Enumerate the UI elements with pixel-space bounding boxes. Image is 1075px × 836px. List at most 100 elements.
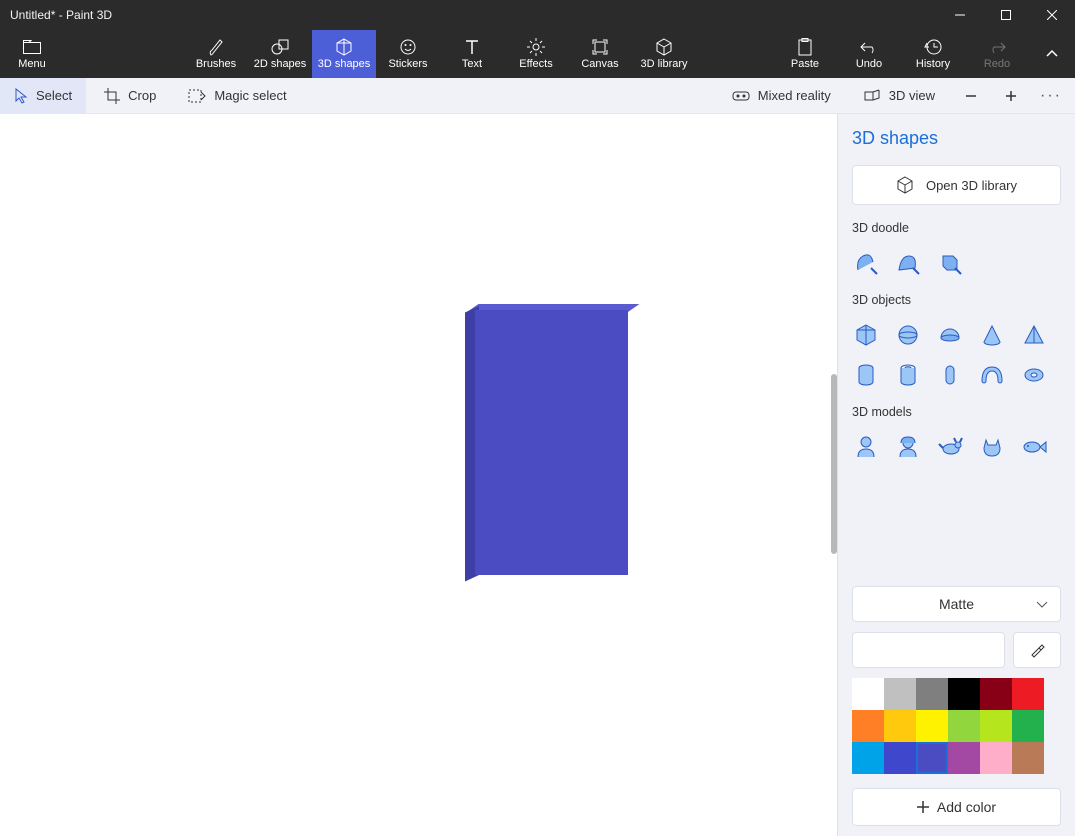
3d-view-icon bbox=[863, 89, 881, 103]
plus-icon bbox=[917, 801, 929, 813]
history-icon bbox=[924, 38, 942, 56]
ribbon-effects[interactable]: Effects bbox=[504, 30, 568, 78]
maximize-button[interactable] bbox=[983, 0, 1029, 30]
ribbon-undo[interactable]: Undo bbox=[837, 30, 901, 78]
model-fish[interactable] bbox=[1020, 433, 1048, 461]
ribbon: Menu Brushes 2D shapes 3D shapes Sticke bbox=[0, 30, 1075, 78]
add-color-button[interactable]: Add color bbox=[852, 788, 1061, 826]
doodle-shapes bbox=[852, 249, 1061, 277]
color-swatch[interactable] bbox=[852, 710, 884, 742]
main-area: 3D shapes Open 3D library 3D doodle 3D o… bbox=[0, 114, 1075, 836]
open-3d-library-button[interactable]: Open 3D library bbox=[852, 165, 1061, 205]
section-3d-doodle-label: 3D doodle bbox=[852, 221, 1061, 235]
more-options-button[interactable]: ··· bbox=[1033, 87, 1069, 105]
minimize-button[interactable] bbox=[937, 0, 983, 30]
model-dog[interactable] bbox=[936, 433, 964, 461]
model-cat[interactable] bbox=[978, 433, 1006, 461]
magic-select-tool[interactable]: Magic select bbox=[174, 78, 300, 114]
ribbon-history[interactable]: History bbox=[901, 30, 965, 78]
folder-icon bbox=[23, 38, 41, 56]
cursor-icon bbox=[14, 88, 28, 104]
object-cylinder[interactable] bbox=[852, 361, 880, 389]
material-select[interactable]: Matte bbox=[852, 586, 1061, 622]
color-swatch[interactable] bbox=[884, 742, 916, 774]
object-tube[interactable] bbox=[894, 361, 922, 389]
object-shapes bbox=[852, 321, 1061, 389]
object-hemisphere[interactable] bbox=[936, 321, 964, 349]
model-woman[interactable] bbox=[894, 433, 922, 461]
ribbon-paste[interactable]: Paste bbox=[773, 30, 837, 78]
ribbon-text[interactable]: Text bbox=[440, 30, 504, 78]
crop-icon bbox=[104, 88, 120, 104]
text-icon bbox=[465, 38, 479, 56]
side-panel: 3D shapes Open 3D library 3D doodle 3D o… bbox=[838, 114, 1075, 836]
3d-cube-object[interactable] bbox=[465, 304, 628, 575]
magic-select-icon bbox=[188, 89, 206, 103]
stickers-icon bbox=[400, 38, 416, 56]
title-bar: Untitled* - Paint 3D bbox=[0, 0, 1075, 30]
color-swatch[interactable] bbox=[980, 710, 1012, 742]
object-curved[interactable] bbox=[978, 361, 1006, 389]
panel-title: 3D shapes bbox=[852, 128, 1061, 149]
brush-icon bbox=[208, 38, 224, 56]
color-swatch[interactable] bbox=[948, 678, 980, 710]
color-swatch[interactable] bbox=[980, 678, 1012, 710]
section-3d-models-label: 3D models bbox=[852, 405, 1061, 419]
object-cube[interactable] bbox=[852, 321, 880, 349]
window-buttons bbox=[937, 0, 1075, 30]
3d-view-tool[interactable]: 3D view bbox=[849, 78, 949, 114]
paste-icon bbox=[798, 38, 812, 56]
library3d-icon bbox=[896, 176, 914, 194]
close-button[interactable] bbox=[1029, 0, 1075, 30]
mixed-reality-icon bbox=[732, 89, 750, 103]
color-swatch[interactable] bbox=[884, 678, 916, 710]
crop-tool[interactable]: Crop bbox=[90, 78, 170, 114]
object-capsule[interactable] bbox=[936, 361, 964, 389]
ribbon-stickers[interactable]: Stickers bbox=[376, 30, 440, 78]
menu-button[interactable]: Menu bbox=[0, 30, 64, 78]
redo-icon bbox=[988, 38, 1006, 56]
color-swatch[interactable] bbox=[852, 742, 884, 774]
color-swatch[interactable] bbox=[1012, 710, 1044, 742]
ribbon-brushes[interactable]: Brushes bbox=[184, 30, 248, 78]
color-swatch[interactable] bbox=[916, 710, 948, 742]
zoom-in-button[interactable] bbox=[993, 78, 1029, 114]
color-swatch[interactable] bbox=[884, 710, 916, 742]
select-tool[interactable]: Select bbox=[0, 78, 86, 114]
collapse-ribbon-button[interactable] bbox=[1029, 30, 1075, 78]
ribbon-3d-library[interactable]: 3D library bbox=[632, 30, 696, 78]
zoom-out-button[interactable] bbox=[953, 78, 989, 114]
object-pyramid[interactable] bbox=[1020, 321, 1048, 349]
canvas-icon bbox=[592, 38, 608, 56]
current-color-preview[interactable] bbox=[852, 632, 1005, 668]
shapes3d-icon bbox=[335, 38, 353, 56]
canvas[interactable] bbox=[0, 114, 838, 836]
tool-strip: Select Crop Magic select Mixed reality 3… bbox=[0, 78, 1075, 114]
canvas-scrollbar[interactable] bbox=[831, 374, 837, 554]
effects-icon bbox=[527, 38, 545, 56]
color-swatch[interactable] bbox=[916, 742, 948, 774]
mixed-reality-tool[interactable]: Mixed reality bbox=[718, 78, 845, 114]
color-swatch[interactable] bbox=[1012, 678, 1044, 710]
doodle-tube[interactable] bbox=[936, 249, 964, 277]
doodle-sharp-edge[interactable] bbox=[894, 249, 922, 277]
ribbon-canvas[interactable]: Canvas bbox=[568, 30, 632, 78]
color-swatch[interactable] bbox=[916, 678, 948, 710]
section-3d-objects-label: 3D objects bbox=[852, 293, 1061, 307]
ribbon-3d-shapes[interactable]: 3D shapes bbox=[312, 30, 376, 78]
color-swatch[interactable] bbox=[980, 742, 1012, 774]
model-shapes bbox=[852, 433, 1061, 461]
model-man[interactable] bbox=[852, 433, 880, 461]
color-swatch[interactable] bbox=[852, 678, 884, 710]
color-swatch[interactable] bbox=[948, 710, 980, 742]
color-swatch[interactable] bbox=[1012, 742, 1044, 774]
color-swatches bbox=[852, 678, 1044, 774]
color-swatch[interactable] bbox=[948, 742, 980, 774]
chevron-down-icon bbox=[1036, 596, 1048, 612]
ribbon-2d-shapes[interactable]: 2D shapes bbox=[248, 30, 312, 78]
eyedropper-button[interactable] bbox=[1013, 632, 1061, 668]
doodle-soft-edge[interactable] bbox=[852, 249, 880, 277]
object-donut[interactable] bbox=[1020, 361, 1048, 389]
object-sphere[interactable] bbox=[894, 321, 922, 349]
object-cone[interactable] bbox=[978, 321, 1006, 349]
